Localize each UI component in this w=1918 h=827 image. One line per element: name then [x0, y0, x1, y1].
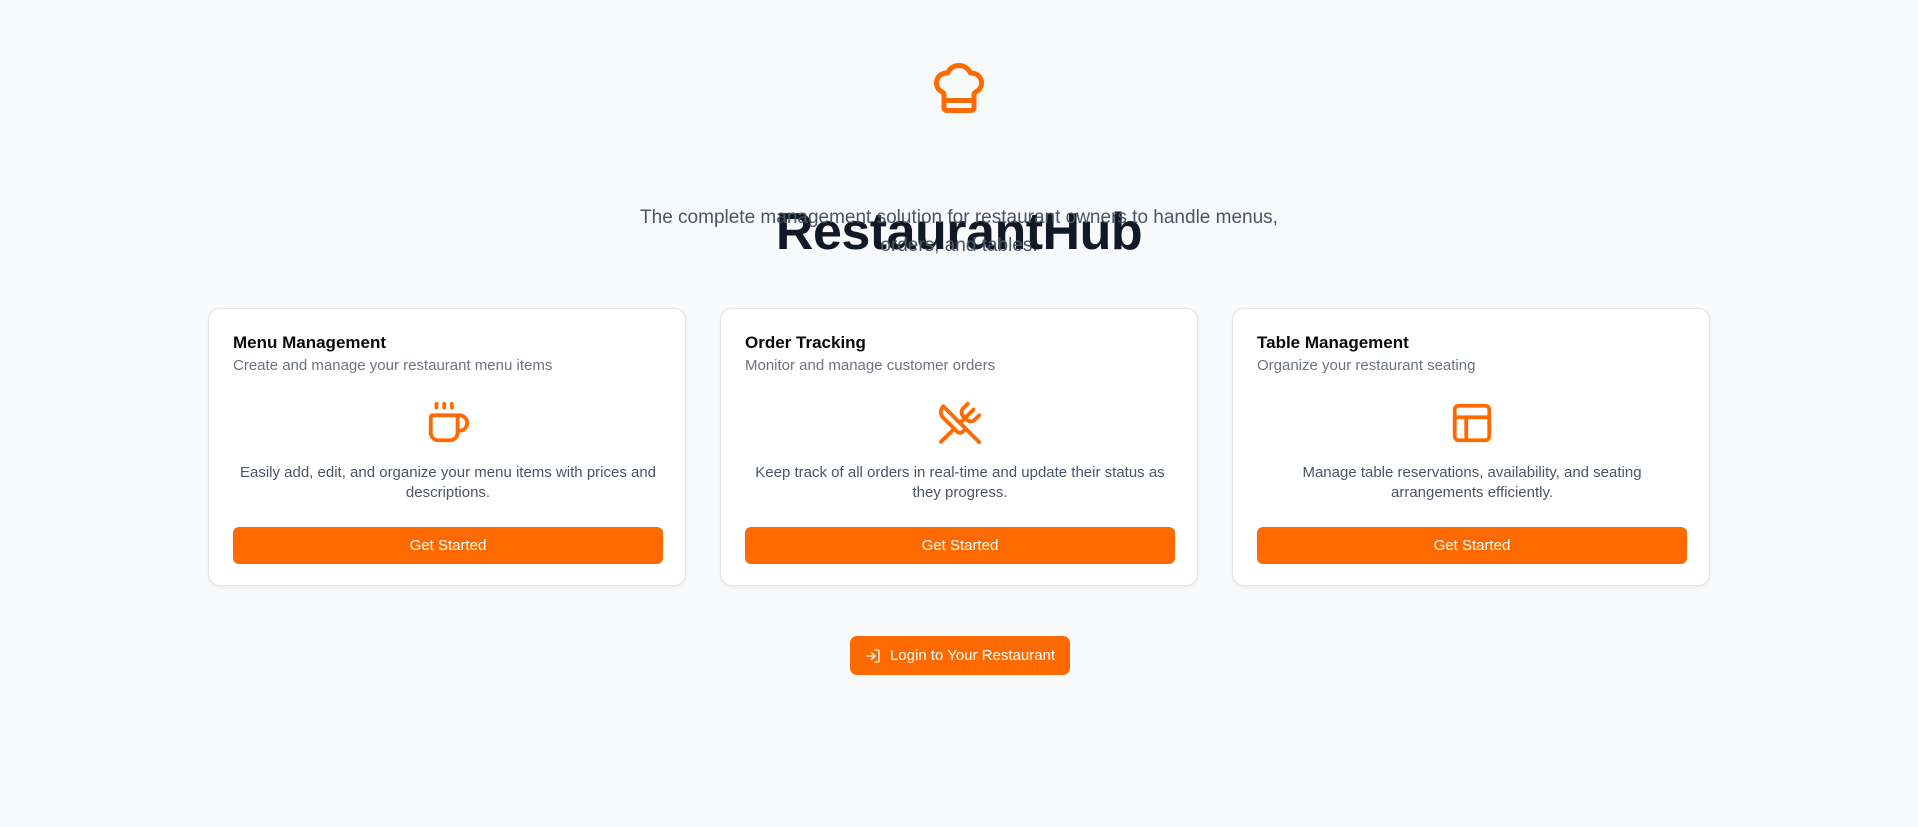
coffee-cup-icon: [428, 401, 470, 443]
feature-cards: Menu Management Create and manage your r…: [208, 308, 1712, 588]
card-subtitle: Organize your restaurant seating: [1257, 357, 1476, 374]
layout-icon: [1452, 403, 1492, 443]
card-title: Order Tracking: [745, 333, 866, 352]
card-description: Easily add, edit, and organize your menu…: [239, 464, 657, 501]
card-table-management: Table Management Organize your restauran…: [1232, 308, 1710, 586]
log-in-icon: [866, 648, 880, 663]
card-menu-management: Menu Management Create and manage your r…: [208, 308, 686, 586]
hero-section: RestaurantHub The complete management so…: [0, 58, 1918, 261]
get-started-button-orders[interactable]: Get Started: [745, 527, 1175, 564]
get-started-button-menu[interactable]: Get Started: [233, 527, 663, 564]
landing-page: RestaurantHub The complete management so…: [0, 0, 1918, 827]
card-description: Keep track of all orders in real-time an…: [755, 464, 1165, 501]
card-title: Table Management: [1257, 333, 1409, 352]
login-button-label: Login to Your Restaurant: [889, 647, 1056, 664]
card-subtitle: Monitor and manage customer orders: [745, 357, 996, 374]
utensils-crossed-icon: [939, 401, 982, 445]
chef-hat-icon: [934, 63, 984, 113]
card-subtitle: Create and manage your restaurant menu i…: [233, 357, 553, 374]
login-button[interactable]: Login to Your Restaurant: [850, 636, 1070, 675]
card-title: Menu Management: [233, 333, 387, 352]
card-description: Manage table reservations, availability,…: [1302, 464, 1642, 501]
card-order-tracking: Order Tracking Monitor and manage custom…: [720, 308, 1198, 586]
page-subtitle: The complete management solution for res…: [640, 207, 1278, 256]
get-started-button-tables[interactable]: Get Started: [1257, 527, 1687, 564]
